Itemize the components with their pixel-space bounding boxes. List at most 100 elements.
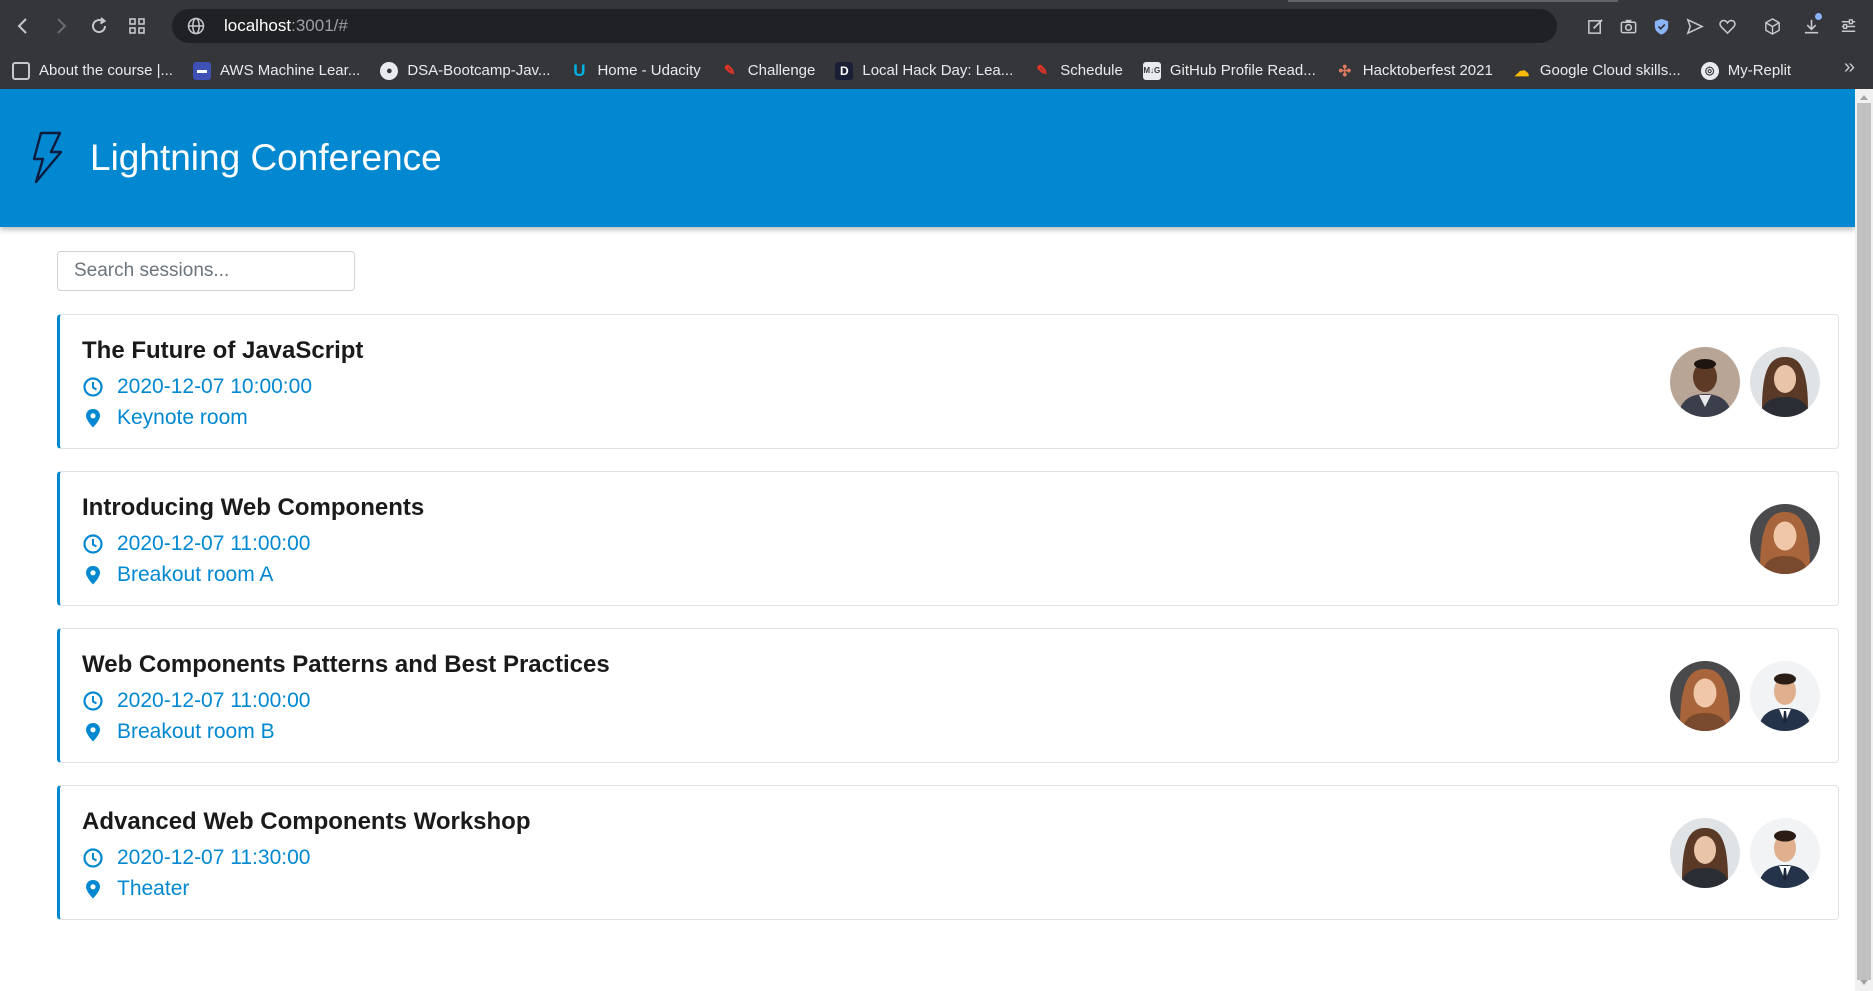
speaker-avatar[interactable] xyxy=(1670,347,1740,417)
session-card[interactable]: The Future of JavaScript 2020-12-07 10:0… xyxy=(57,314,1839,449)
speaker-avatar[interactable] xyxy=(1670,661,1740,731)
scrollbar-thumb[interactable] xyxy=(1857,103,1871,980)
app-title: Lightning Conference xyxy=(90,137,442,178)
bookmark-google-cloud[interactable]: ☁ Google Cloud skills... xyxy=(1507,56,1687,86)
location-pin-icon xyxy=(86,723,100,742)
heart-icon xyxy=(1718,19,1736,34)
bookmark-github-profile-readme[interactable]: M↓G GitHub Profile Read... xyxy=(1137,56,1322,86)
session-title: The Future of JavaScript xyxy=(82,337,364,364)
page-scrollbar[interactable] xyxy=(1855,89,1873,991)
vpn-button[interactable] xyxy=(1645,10,1677,42)
session-title: Web Components Patterns and Best Practic… xyxy=(82,651,610,678)
github-icon: ● xyxy=(380,61,399,80)
page-icon xyxy=(12,61,30,80)
url-path: :3001/# xyxy=(291,16,348,35)
session-room-text: Keynote room xyxy=(117,406,248,429)
edit-button[interactable] xyxy=(1579,10,1611,42)
camera-icon xyxy=(1620,19,1636,33)
bookmark-local-hack-day[interactable]: D Local Hack Day: Lea... xyxy=(829,56,1019,86)
browser-chrome: localhost:3001/# About the course |... ▬… xyxy=(0,0,1873,89)
scroll-up-icon[interactable] xyxy=(1860,95,1868,100)
session-room: Breakout room B xyxy=(82,720,275,744)
extensions-button[interactable] xyxy=(1756,10,1788,42)
man-suit-portrait xyxy=(1750,818,1820,888)
reload-button[interactable] xyxy=(80,7,118,45)
bookmark-label: Schedule xyxy=(1060,62,1123,79)
back-button[interactable] xyxy=(4,7,42,45)
session-time: 2020-12-07 11:30:00 xyxy=(82,846,310,870)
man-suit-portrait xyxy=(1750,661,1820,731)
bookmark-label: Home - Udacity xyxy=(597,62,701,79)
bookmark-aws[interactable]: ▬ AWS Machine Lear... xyxy=(187,56,366,86)
man-dark-portrait xyxy=(1670,347,1740,417)
aws-icon: ▬ xyxy=(192,61,211,80)
arrow-left-icon xyxy=(17,18,27,34)
send-icon xyxy=(1686,17,1704,35)
hacktoberfest-icon: ✣ xyxy=(1338,62,1352,80)
replit-icon: ◎ xyxy=(1700,61,1719,80)
session-title: Advanced Web Components Workshop xyxy=(82,808,531,835)
notification-dot xyxy=(1815,13,1822,20)
speaker-avatar[interactable] xyxy=(1750,661,1820,731)
bookmark-dsa-bootcamp[interactable]: ● DSA-Bootcamp-Jav... xyxy=(374,56,556,86)
speaker-avatar[interactable] xyxy=(1750,818,1820,888)
session-time-text: 2020-12-07 11:00:00 xyxy=(117,689,311,712)
toolbar-icons xyxy=(1579,0,1873,52)
bookmark-schedule[interactable]: ✎ Schedule xyxy=(1027,56,1129,86)
udacity-icon: U xyxy=(573,60,586,80)
globe-icon xyxy=(187,17,205,35)
location-pin-icon xyxy=(86,566,100,585)
bookmark-label: Challenge xyxy=(747,62,816,79)
session-room-text: Breakout room A xyxy=(117,563,274,586)
tab-grid-button[interactable] xyxy=(118,7,156,45)
clock-icon xyxy=(83,848,103,868)
forward-button[interactable] xyxy=(42,7,80,45)
speaker-avatar[interactable] xyxy=(1670,818,1740,888)
speaker-avatars xyxy=(1660,661,1820,731)
arrow-right-icon xyxy=(57,18,67,34)
send-button[interactable] xyxy=(1678,10,1710,42)
downloads-button[interactable] xyxy=(1795,10,1827,42)
bookmark-label: Google Cloud skills... xyxy=(1539,62,1681,79)
bookmark-udacity[interactable]: U Home - Udacity xyxy=(564,56,706,86)
lightning-icon xyxy=(32,131,63,184)
snapshot-button[interactable] xyxy=(1612,10,1644,42)
session-room: Keynote room xyxy=(82,406,248,430)
favorites-button[interactable] xyxy=(1711,10,1743,42)
woman-auburn-portrait xyxy=(1750,504,1820,574)
session-time: 2020-12-07 10:00:00 xyxy=(82,375,312,399)
bookmark-about-course[interactable]: About the course |... xyxy=(6,56,179,86)
bookmark-label: About the course |... xyxy=(39,62,173,79)
session-room: Theater xyxy=(82,877,189,901)
location-pin-icon xyxy=(86,409,100,428)
address-bar[interactable]: localhost:3001/# xyxy=(172,9,1557,43)
chevron-double-right-icon[interactable]: » xyxy=(1844,56,1855,79)
bookmark-challenge[interactable]: ✎ Challenge xyxy=(715,56,822,86)
reload-icon xyxy=(92,17,107,34)
session-time-text: 2020-12-07 11:00:00 xyxy=(117,532,311,555)
bookmark-my-replit[interactable]: ◎ My-Replit xyxy=(1695,56,1797,86)
bookmark-label: AWS Machine Lear... xyxy=(219,62,361,79)
search-sessions-input[interactable] xyxy=(57,251,355,291)
devpost-icon: D xyxy=(835,61,854,80)
speaker-avatars xyxy=(1740,504,1820,574)
easy-setup-button[interactable] xyxy=(1832,10,1864,42)
clock-icon xyxy=(83,691,103,711)
woman-auburn-portrait xyxy=(1670,661,1740,731)
bookmark-label: DSA-Bootcamp-Jav... xyxy=(407,62,551,79)
speaker-avatar[interactable] xyxy=(1750,347,1820,417)
cube-icon xyxy=(1764,17,1780,35)
mlh-icon: ✎ xyxy=(723,62,736,78)
app-header: Lightning Conference xyxy=(0,89,1855,227)
clock-icon xyxy=(83,534,103,554)
speaker-avatar[interactable] xyxy=(1750,504,1820,574)
woman-brunette-portrait xyxy=(1670,818,1740,888)
scroll-down-icon[interactable] xyxy=(1860,980,1868,985)
url-host: localhost xyxy=(224,16,292,35)
session-title: Introducing Web Components xyxy=(82,494,425,521)
session-card[interactable]: Introducing Web Components 2020-12-07 11… xyxy=(57,471,1839,606)
session-card[interactable]: Advanced Web Components Workshop 2020-12… xyxy=(57,785,1839,920)
location-pin-icon xyxy=(86,880,100,899)
session-card[interactable]: Web Components Patterns and Best Practic… xyxy=(57,628,1839,763)
bookmark-hacktoberfest[interactable]: ✣ Hacktoberfest 2021 xyxy=(1330,56,1499,86)
